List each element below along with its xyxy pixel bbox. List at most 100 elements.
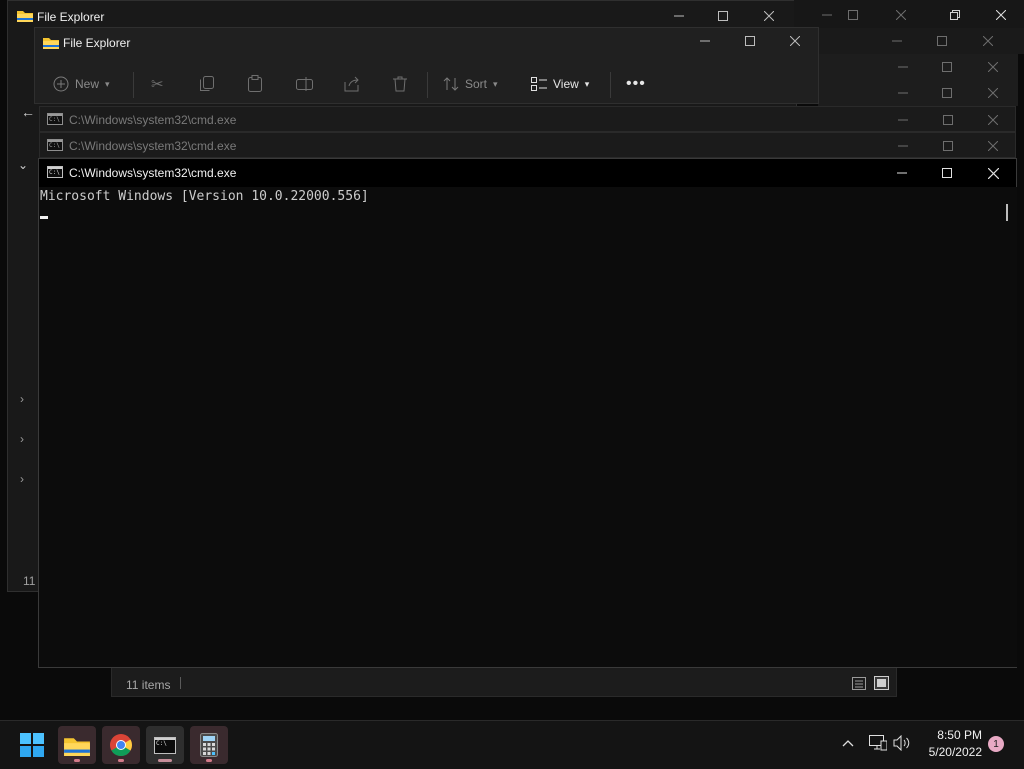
close-button[interactable]: [970, 54, 1016, 80]
window-title: C:\Windows\system32\cmd.exe: [69, 113, 237, 127]
windows-logo-icon: [20, 733, 44, 757]
scrollbar[interactable]: [1001, 187, 1017, 667]
plus-circle-icon: [53, 76, 69, 92]
close-button[interactable]: [970, 80, 1016, 106]
minimize-button[interactable]: [682, 28, 728, 54]
running-indicator: [118, 759, 124, 762]
explorer-status-bar: 11 items: [111, 667, 897, 697]
copy-icon[interactable]: [200, 76, 214, 95]
rename-icon[interactable]: [296, 77, 313, 94]
minimize-button[interactable]: [880, 133, 926, 159]
folder-icon: [17, 11, 33, 22]
chevron-right-icon[interactable]: ›: [20, 432, 24, 446]
maximize-button[interactable]: [700, 3, 746, 29]
restore-button[interactable]: [932, 2, 978, 28]
file-explorer-window[interactable]: File Explorer New ▾ ✂ Sort ▾ View ▾ •••: [34, 27, 819, 104]
back-arrow-icon[interactable]: ←: [21, 104, 35, 120]
close-button[interactable]: [970, 133, 1016, 159]
cmd-icon: [47, 139, 63, 151]
close-button[interactable]: [965, 28, 1011, 54]
minimize-button[interactable]: [880, 107, 926, 133]
taskbar-command-prompt[interactable]: [146, 726, 184, 764]
stacked-window-1[interactable]: [794, 0, 1024, 30]
volume-icon[interactable]: [893, 734, 911, 754]
start-button[interactable]: [13, 726, 51, 764]
maximize-button[interactable]: [924, 80, 970, 106]
toolbar-divider: [427, 72, 428, 98]
stacked-window-4[interactable]: [818, 80, 1018, 106]
cmd-window-back-1[interactable]: C:\Windows\system32\cmd.exe: [39, 106, 1016, 132]
calculator-icon: [200, 733, 218, 757]
sort-button-label: Sort: [465, 77, 488, 91]
maximize-button[interactable]: [919, 28, 965, 54]
cmd-icon: [47, 113, 63, 125]
cmd-icon: [47, 166, 63, 178]
folder-icon: [43, 38, 59, 49]
show-hidden-icons-button[interactable]: [842, 736, 854, 750]
sort-icon: [443, 77, 459, 91]
stacked-window-2[interactable]: [818, 28, 1024, 54]
close-button[interactable]: [978, 2, 1024, 28]
chevron-down-icon: ▾: [493, 78, 498, 89]
minimize-button[interactable]: [874, 28, 920, 54]
close-button[interactable]: [970, 107, 1016, 133]
chrome-icon: [110, 734, 132, 756]
sort-button[interactable]: Sort ▾: [443, 77, 498, 91]
minimize-button[interactable]: [879, 160, 925, 186]
stacked-window-3[interactable]: [818, 54, 1018, 80]
tiles-view-icon[interactable]: [874, 676, 889, 693]
new-button[interactable]: New ▾: [53, 76, 110, 92]
cut-icon[interactable]: ✂: [151, 75, 164, 93]
maximize-button[interactable]: [830, 2, 876, 28]
scrollbar-thumb[interactable]: [1006, 204, 1008, 221]
running-indicator: [74, 759, 80, 762]
network-icon[interactable]: [869, 735, 888, 754]
item-count: 11 items: [126, 678, 171, 692]
cmd-icon: [154, 736, 176, 754]
chevron-right-icon[interactable]: ›: [20, 472, 24, 486]
maximize-button[interactable]: [925, 133, 971, 159]
minimize-button[interactable]: [880, 54, 926, 80]
minimize-button[interactable]: [656, 3, 702, 29]
chevron-down-icon[interactable]: ⌄: [18, 158, 28, 172]
paste-icon[interactable]: [248, 75, 262, 95]
taskbar-calculator[interactable]: [190, 726, 228, 764]
folder-icon: [64, 737, 90, 756]
chevron-down-icon: ▾: [105, 78, 110, 89]
close-button[interactable]: [878, 2, 924, 28]
clock[interactable]: 8:50 PM 5/20/2022: [918, 728, 982, 759]
status-divider: [180, 677, 181, 689]
view-button[interactable]: View ▾: [531, 77, 589, 91]
chevron-right-icon[interactable]: ›: [20, 392, 24, 406]
details-view-icon[interactable]: [852, 677, 866, 693]
taskbar-file-explorer[interactable]: [58, 726, 96, 764]
toolbar-divider: [133, 72, 134, 98]
share-icon[interactable]: [344, 76, 360, 95]
window-title: File Explorer: [63, 36, 131, 50]
maximize-button[interactable]: [925, 107, 971, 133]
clock-date: 5/20/2022: [928, 745, 982, 759]
running-indicator: [206, 759, 212, 762]
toolbar-divider: [610, 72, 611, 98]
cmd-window-back-2[interactable]: C:\Windows\system32\cmd.exe: [39, 132, 1016, 158]
window-title: C:\Windows\system32\cmd.exe: [69, 166, 237, 180]
window-title: File Explorer: [37, 10, 105, 24]
maximize-button[interactable]: [727, 28, 773, 54]
delete-icon[interactable]: [393, 76, 407, 95]
console-output[interactable]: Microsoft Windows [Version 10.0.22000.55…: [39, 187, 1001, 667]
close-button[interactable]: [746, 3, 792, 29]
notification-badge[interactable]: 1: [988, 736, 1004, 752]
console-line: Microsoft Windows [Version 10.0.22000.55…: [40, 189, 369, 204]
maximize-button[interactable]: [924, 54, 970, 80]
maximize-button[interactable]: [924, 160, 970, 186]
taskbar-chrome[interactable]: [102, 726, 140, 764]
cmd-window[interactable]: C:\Windows\system32\cmd.exe Microsoft Wi…: [38, 158, 1017, 668]
minimize-button[interactable]: [880, 80, 926, 106]
chevron-down-icon: ▾: [584, 78, 590, 89]
close-button[interactable]: [772, 28, 818, 54]
taskbar: 8:50 PM 5/20/2022 1: [0, 720, 1024, 769]
close-button[interactable]: [970, 160, 1016, 186]
cmd-title-bar[interactable]: C:\Windows\system32\cmd.exe: [39, 159, 1016, 187]
more-options-icon[interactable]: •••: [626, 75, 646, 93]
new-button-label: New: [75, 77, 100, 91]
